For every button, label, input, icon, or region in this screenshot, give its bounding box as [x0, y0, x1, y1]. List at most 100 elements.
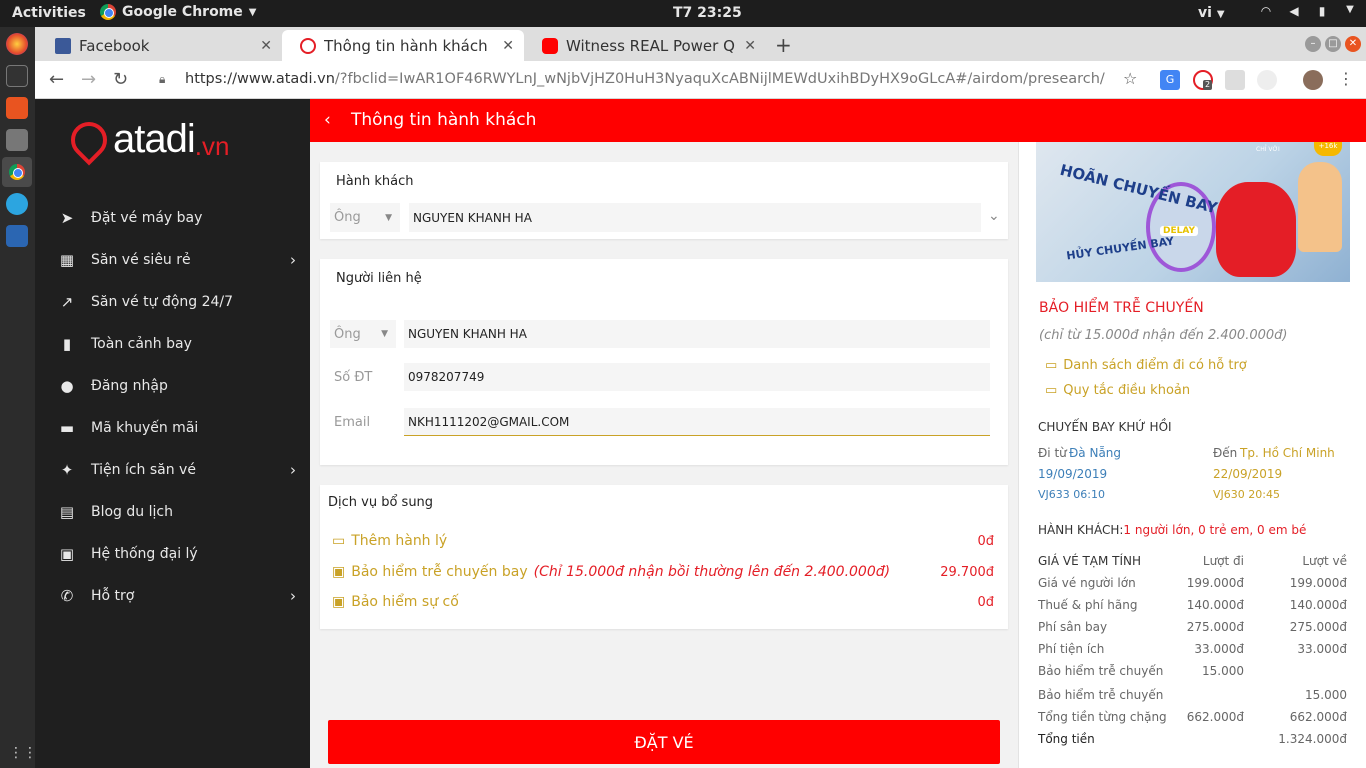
logo-pin-icon	[63, 114, 115, 166]
extension-face-icon[interactable]	[1257, 70, 1277, 90]
service-delay-insurance[interactable]: ▣ Bảo hiểm trễ chuyến bay (Chỉ 15.000đ nhậ…	[332, 564, 890, 580]
fare-col-outbound: Lượt đi	[1202, 554, 1244, 568]
reload-icon[interactable]: ↻	[113, 69, 128, 90]
tab-passenger-info[interactable]: Thông tin hành khách ✕	[282, 30, 524, 61]
pax-summary: HÀNH KHÁCH:1 người lớn, 0 trẻ em, 0 em b…	[1038, 523, 1306, 537]
show-apps-icon[interactable]: ⋮⋮	[9, 745, 37, 761]
fare-row-out: 15.000	[1202, 664, 1244, 678]
app-name: Google Chrome	[122, 4, 243, 20]
translate-icon[interactable]: G	[1160, 70, 1180, 90]
pax-value: 1 người lớn, 0 trẻ em, 0 em bé	[1123, 523, 1307, 537]
close-window-icon[interactable]: ✕	[1345, 36, 1361, 52]
service-incident-insurance[interactable]: ▣ Bảo hiểm sự cố	[332, 594, 459, 610]
bag-icon: ▭	[1045, 358, 1058, 373]
insurance-banner[interactable]: HOÃN CHUYẾN BAY HỦY CHUYẾN BAY DELAY CHỈ…	[1036, 142, 1350, 282]
from-label: Đi từ	[1038, 446, 1067, 460]
files-icon[interactable]	[6, 129, 28, 151]
leg-total-out: 662.000đ	[1186, 710, 1244, 724]
software-center-icon[interactable]	[6, 97, 28, 119]
service-promo: (Chỉ 15.000đ nhận bồi thường lên đến 2.4…	[533, 564, 891, 580]
sidebar-item-auto-hunt[interactable]: ↗ Săn vé tự động 24/7	[35, 281, 310, 323]
fare-row-ret: 33.000đ	[1297, 642, 1347, 656]
sidebar-item-travel-blog[interactable]: ▤ Blog du lịch	[35, 491, 310, 533]
menu-icon[interactable]: ⋮	[1338, 69, 1354, 88]
sidebar-item-login[interactable]: ● Đăng nhập	[35, 365, 310, 407]
credit-card-icon: ▬	[59, 419, 75, 437]
phone-field[interactable]: 0978207749	[404, 363, 990, 391]
service-extra-baggage[interactable]: ▭ Thêm hành lý	[332, 533, 447, 549]
passenger-card: Hành khách Ông ▼ NGUYEN KHANH HA ⌄	[320, 162, 1008, 239]
activities-button[interactable]: Activities	[12, 5, 86, 21]
close-icon[interactable]: ✕	[744, 38, 756, 54]
book-button[interactable]: ĐẶT VÉ	[328, 720, 1000, 764]
passenger-title-select[interactable]: Ông ▼	[330, 203, 400, 232]
telegram-icon[interactable]	[6, 193, 28, 215]
url-field[interactable]: https://www.atadi.vn/?fbclid=IwAR1OF46RW…	[185, 71, 1105, 87]
leg-total-label: Tổng tiền từng chặng	[1038, 710, 1167, 724]
web-page: atadi .vn ➤ Đặt vé máy bay ▦ Săn vé siêu rẻ…	[35, 99, 1366, 768]
extension-icon[interactable]: 2	[1193, 70, 1213, 90]
tab-strip: Facebook ✕ Thông tin hành khách ✕ Witnes…	[35, 27, 1366, 61]
page-title: Thông tin hành khách	[351, 110, 537, 130]
profile-avatar[interactable]	[1303, 70, 1323, 90]
maximize-icon[interactable]: □	[1325, 36, 1341, 52]
chevron-right-icon: ›	[290, 461, 296, 479]
email-field[interactable]: NKH1111202@GMAIL.COM	[404, 408, 990, 436]
banner-mascot	[1216, 182, 1296, 277]
passenger-name-field[interactable]: NGUYEN KHANH HA	[409, 203, 981, 232]
system-tray[interactable]: ◠ ◀ ▮ ▼	[1258, 4, 1358, 20]
leg-total-ret: 662.000đ	[1289, 710, 1347, 724]
banner-small-text: CHỈ VỚI	[1256, 146, 1280, 153]
lock-icon[interactable]: 🔒︎	[159, 72, 165, 87]
sidebar-item-utilities[interactable]: ✦ Tiện ích săn vé ›	[35, 449, 310, 491]
vscode-icon[interactable]	[6, 225, 28, 247]
forward-arrow-icon[interactable]: →	[81, 69, 96, 90]
battery-icon: ▮	[1318, 4, 1326, 18]
sidebar-item-label: Đặt vé máy bay	[91, 210, 203, 226]
sidebar-item-label: Hệ thống đại lý	[91, 546, 198, 562]
extension-qr-icon[interactable]	[1225, 70, 1245, 90]
bookmark-star-icon[interactable]: ☆	[1123, 69, 1137, 88]
book-icon: ▤	[59, 503, 75, 521]
close-icon[interactable]: ✕	[502, 38, 514, 54]
magic-wand-icon: ✦	[60, 461, 74, 479]
fare-row-out: 140.000đ	[1186, 598, 1244, 612]
supported-airports-link[interactable]: ▭ Danh sách điểm đi có hỗ trợ	[1045, 358, 1247, 373]
chevron-right-icon: ›	[290, 251, 296, 269]
sidebar-item-agents[interactable]: ▣ Hệ thống đại lý	[35, 533, 310, 575]
terms-link[interactable]: ▭ Quy tắc điều khoản	[1045, 383, 1190, 398]
back-arrow-icon[interactable]: ←	[49, 69, 64, 90]
chrome-icon	[100, 4, 116, 20]
contact-title-select[interactable]: Ông ▼	[330, 320, 396, 348]
terminal-icon[interactable]	[6, 65, 28, 87]
new-tab-button[interactable]: +	[775, 33, 792, 57]
expand-chevron-icon[interactable]: ⌄	[988, 208, 1000, 224]
back-chevron-icon[interactable]: ‹	[324, 110, 331, 130]
contact-name-field[interactable]: NGUYEN KHANH HA	[404, 320, 990, 348]
bar-chart-icon: ▮	[62, 335, 72, 353]
tab-title: Facebook	[79, 36, 150, 55]
tab-youtube[interactable]: Witness REAL Power QIYANA ✕	[524, 30, 766, 61]
close-icon[interactable]: ✕	[260, 38, 272, 54]
pax-label: HÀNH KHÁCH:	[1038, 523, 1124, 537]
sidebar-item-book-flight[interactable]: ➤ Đặt vé máy bay	[35, 197, 310, 239]
sidebar-item-promo-code[interactable]: ▬ Mã khuyến mãi	[35, 407, 310, 449]
chrome-dock-icon[interactable]	[2, 157, 32, 187]
sidebar-item-flight-overview[interactable]: ▮ Toàn cảnh bay	[35, 323, 310, 365]
sidebar: atadi .vn ➤ Đặt vé máy bay ▦ Săn vé siêu rẻ…	[35, 99, 310, 768]
sidebar-item-cheap-tickets[interactable]: ▦ Săn vé siêu rẻ ›	[35, 239, 310, 281]
fare-row-out: 199.000đ	[1186, 576, 1244, 590]
minimize-icon[interactable]: –	[1305, 36, 1321, 52]
firefox-icon[interactable]	[6, 33, 28, 55]
fare-row-label: Phí sân bay	[1038, 620, 1108, 634]
insurance-subtitle: (chỉ từ 15.000đ nhận đến 2.400.000đ)	[1039, 328, 1288, 343]
medkit-icon: ▣	[332, 564, 346, 580]
atadi-logo[interactable]: atadi .vn	[63, 114, 229, 166]
app-menu[interactable]: Google Chrome ▼	[100, 4, 256, 20]
depart-flight: VJ633 06:10	[1038, 488, 1105, 501]
tab-facebook[interactable]: Facebook ✕	[37, 30, 282, 61]
from-city: Đà Nẵng	[1069, 446, 1122, 460]
sidebar-item-support[interactable]: ✆ Hỗ trợ ›	[35, 575, 310, 617]
language-indicator[interactable]: vi ▼	[1198, 5, 1225, 21]
clock[interactable]: T7 23:25	[673, 5, 742, 21]
